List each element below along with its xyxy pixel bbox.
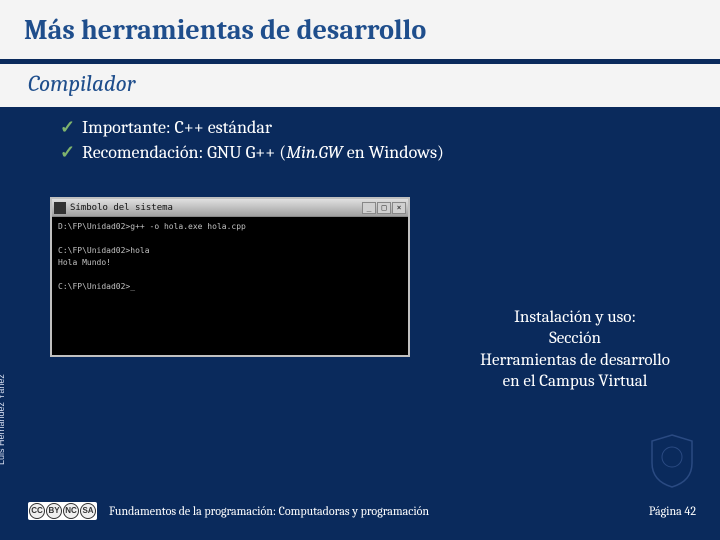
note-line: Sección [460, 328, 690, 349]
slide-footer: CC BY NC SA Fundamentos de la programaci… [0, 497, 720, 525]
maximize-icon: □ [377, 202, 391, 214]
console-screenshot: Símbolo del sistema _ □ × D:\FP\Unidad02… [50, 197, 410, 357]
minimize-icon: _ [362, 202, 376, 214]
footer-text: Fundamentos de la programación: Computad… [109, 504, 649, 518]
bullet-text: Importante: C++ estándar [82, 117, 272, 138]
page-number: Página 42 [649, 504, 696, 518]
slide-body: Importante: C++ estándar Recomendación: … [0, 107, 720, 525]
note-line: Herramientas de desarrollo [460, 350, 690, 371]
university-crest-icon [648, 433, 696, 489]
side-note: Instalación y uso: Sección Herramientas … [460, 307, 690, 392]
cmd-icon [54, 202, 66, 214]
cc-license-icon: CC BY NC SA [28, 502, 97, 520]
bullet-italic: Min.GW [286, 142, 343, 163]
author-credit: Luis Hernández Yáñez [0, 374, 6, 465]
console-title: Símbolo del sistema [70, 203, 362, 213]
cc-badge: NC [63, 503, 79, 519]
slide-title: Más herramientas de desarrollo [24, 14, 696, 46]
slide-header: Más herramientas de desarrollo [0, 0, 720, 62]
window-buttons: _ □ × [362, 202, 406, 214]
bullet-list: Importante: C++ estándar Recomendación: … [0, 107, 720, 163]
note-line: en el Campus Virtual [460, 371, 690, 392]
close-icon: × [392, 202, 406, 214]
console-output: D:\FP\Unidad02>g++ -o hola.exe hola.cpp … [52, 217, 408, 297]
cc-badge: SA [80, 503, 96, 519]
note-line: Instalación y uso: [460, 307, 690, 328]
subtitle: Compilador [28, 70, 696, 97]
subtitle-bar: Compilador [0, 62, 720, 107]
bullet-suffix: en Windows) [343, 142, 444, 163]
console-titlebar: Símbolo del sistema _ □ × [52, 199, 408, 217]
cc-badge: BY [46, 503, 62, 519]
bullet-prefix: Recomendación: GNU G++ ( [82, 142, 286, 163]
cc-badge: CC [29, 503, 45, 519]
bullet-item: Importante: C++ estándar [60, 117, 690, 138]
bullet-item: Recomendación: GNU G++ (Min.GW en Window… [60, 142, 690, 163]
